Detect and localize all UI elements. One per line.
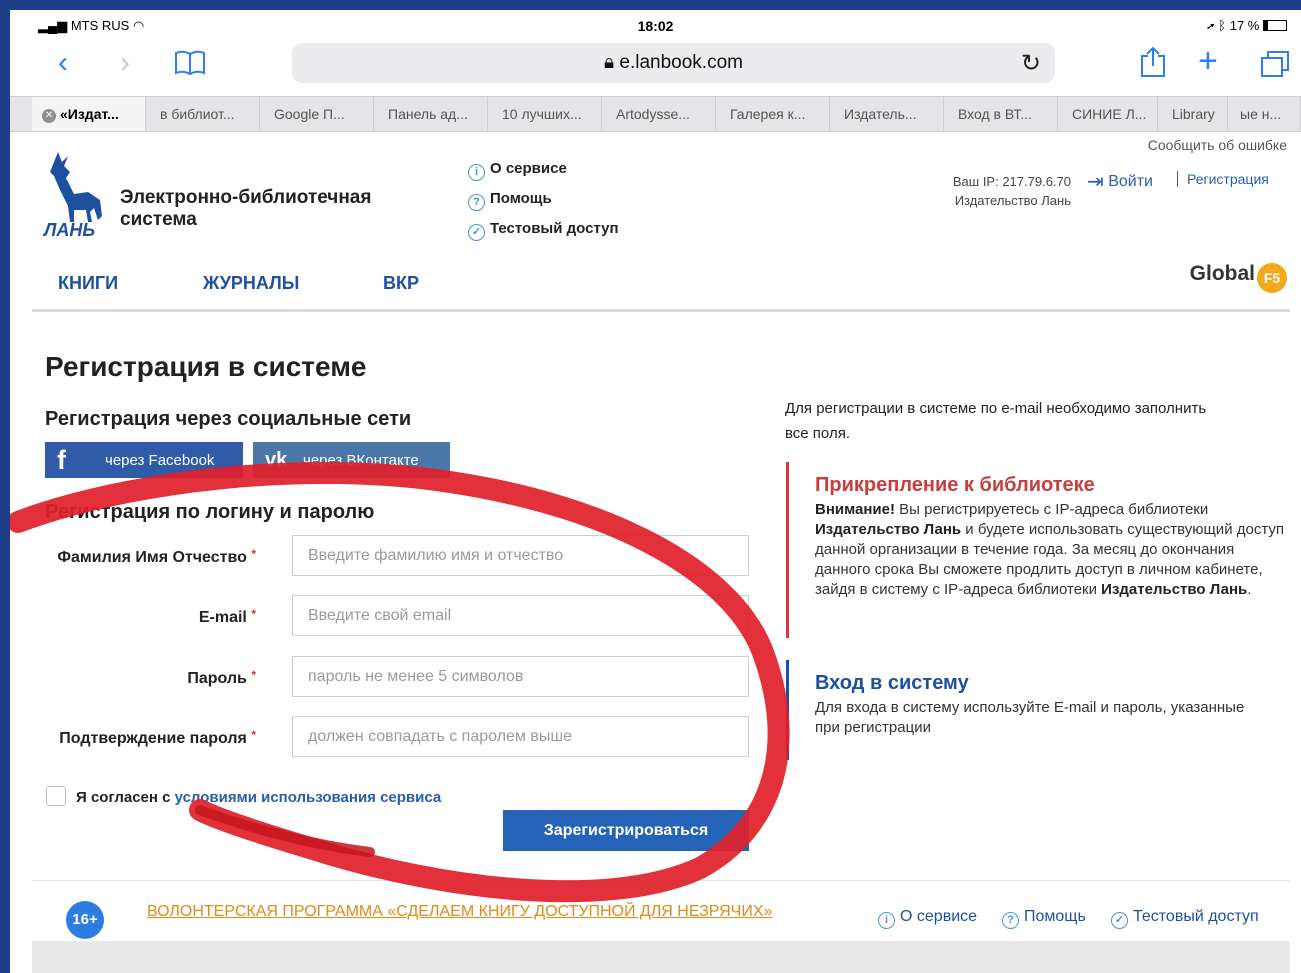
email-input[interactable] <box>292 595 749 636</box>
logo-text: ЛАНЬ <box>44 220 96 240</box>
bluetooth-icon: ᛒ <box>1218 18 1227 33</box>
footer-help-link[interactable]: ? Помощь <box>1002 908 1086 929</box>
report-error-link[interactable]: Сообщить об ошибке <box>1148 137 1287 153</box>
browser-tab[interactable]: в библиот... <box>146 97 260 131</box>
close-tab-icon[interactable]: ✕ <box>42 109 56 123</box>
battery-icon <box>1263 20 1287 31</box>
login-icon: ⇥ <box>1087 171 1104 193</box>
social-section-title: Регистрация через социальные сети <box>45 408 412 430</box>
share-icon[interactable] <box>1140 46 1166 83</box>
attach-title: Прикрепление к библиотеке <box>815 474 1095 496</box>
bookmarks-icon[interactable] <box>174 50 206 76</box>
browser-tab[interactable]: СИНИЕ Л... <box>1058 97 1158 131</box>
about-service-link[interactable]: iО сервисе <box>468 160 567 181</box>
fullname-label: Фамилия Имя Отчество * <box>57 547 256 566</box>
terms-link[interactable]: условиями использования сервиса <box>175 789 442 806</box>
new-tab-button[interactable]: + <box>1198 44 1218 78</box>
login-info-block: Вход в систему Для входа в систему испол… <box>786 660 1256 760</box>
tab-strip: ✕ «Издат... в библиот... Google П... Пане… <box>10 96 1301 132</box>
vk-icon: vk <box>265 449 288 471</box>
register-link[interactable]: Регистрация <box>1177 171 1269 187</box>
age-rating-badge: 16+ <box>66 901 104 939</box>
info-icon: i <box>878 912 895 929</box>
browser-tab[interactable]: Галерея к... <box>716 97 830 131</box>
email-note: Для регистрации в системе по e-mail необ… <box>785 400 1207 442</box>
header-divider <box>32 309 1290 312</box>
footer-trial-link[interactable]: ✓ Тестовый доступ <box>1111 908 1259 929</box>
agree-checkbox[interactable] <box>46 786 66 806</box>
agree-label: Я согласен с условиями использования сер… <box>76 789 442 806</box>
login-section-title: Регистрация по логину и паролю <box>45 501 375 523</box>
email-label: E-mail * <box>198 607 256 626</box>
reload-icon[interactable]: ↻ <box>1021 49 1041 78</box>
site-logo[interactable]: ЛАНЬ <box>44 150 106 240</box>
nav-journals[interactable]: ЖУРНАЛЫ <box>203 273 299 294</box>
browser-tab[interactable]: Издатель... <box>830 97 944 131</box>
fullname-input[interactable] <box>292 535 749 576</box>
nav-vkr[interactable]: ВКР <box>383 273 419 294</box>
page-title: Регистрация в системе <box>45 351 367 382</box>
nav-books[interactable]: КНИГИ <box>58 273 118 294</box>
global-f5-logo[interactable]: Global F5 <box>1190 262 1287 293</box>
browser-tab[interactable]: ые н... <box>1228 97 1301 131</box>
browser-tab[interactable]: Artodysse... <box>602 97 716 131</box>
browser-tab[interactable]: Google П... <box>260 97 374 131</box>
volunteer-program-link[interactable]: ВОЛОНТЕРСКАЯ ПРОГРАММА «СДЕЛАЕМ КНИГУ ДО… <box>147 903 772 921</box>
ip-info: Ваш IP: 217.79.6.70 Издательство Лань <box>953 172 1071 210</box>
location-icon: ➚ <box>1206 18 1215 33</box>
clock: 18:02 <box>637 18 674 34</box>
browser-tab[interactable]: ✕ «Издат... <box>32 97 146 131</box>
login-info-title: Вход в систему <box>815 672 969 694</box>
facebook-icon: f <box>57 445 66 475</box>
question-icon: ? <box>468 194 485 211</box>
ip-address: Ваш IP: 217.79.6.70 <box>952 174 1071 189</box>
password-label: Пароль * <box>187 668 256 687</box>
site-title: Электронно-библиотечная система <box>120 187 372 230</box>
check-icon: ✓ <box>468 224 485 241</box>
back-button[interactable]: ‹ <box>58 48 68 78</box>
library-attach-block: Прикрепление к библиотеке Внимание! Вы р… <box>786 462 1286 638</box>
screenshot-frame: ▂▄▆ MTS RUS ◠ 18:02 ➚ ᛒ 17 % ‹ › 🔒︎ e.la… <box>0 0 1301 973</box>
url-text: e.lanbook.com <box>619 52 743 73</box>
register-submit-button[interactable]: Зарегистрироваться <box>503 810 749 851</box>
browser-tab[interactable]: Вход в ВТ... <box>944 97 1058 131</box>
login-info-text: Для входа в систему используйте E-mail и… <box>815 699 1245 736</box>
browser-tab[interactable]: Панель ад... <box>374 97 488 131</box>
organization-name: Издательство Лань <box>954 193 1071 208</box>
confirm-password-input[interactable] <box>292 716 749 757</box>
battery-indicator: ➚ ᛒ 17 % <box>1207 18 1287 33</box>
f5-badge: F5 <box>1257 263 1287 293</box>
trial-access-link[interactable]: ✓ Тестовый доступ <box>468 220 619 241</box>
confirm-password-label: Подтверждение пароля * <box>59 728 256 747</box>
password-input[interactable] <box>292 656 749 697</box>
address-bar[interactable]: 🔒︎ e.lanbook.com ↻ <box>292 43 1055 83</box>
login-button[interactable]: ⇥ Войти <box>1087 169 1153 194</box>
facebook-register-button[interactable]: f через Facebook <box>45 442 243 478</box>
browser-tab[interactable]: 10 лучших... <box>488 97 602 131</box>
vk-register-button[interactable]: vk через ВКонтакте <box>253 442 450 478</box>
footer-divider <box>32 880 1290 881</box>
browser-tab[interactable]: Library <box>1158 97 1228 131</box>
page-bottom-area <box>32 941 1290 973</box>
info-icon: i <box>468 164 485 181</box>
status-bar: ▂▄▆ MTS RUS ◠ 18:02 ➚ ᛒ 17 % <box>10 10 1301 40</box>
question-icon: ? <box>1002 912 1019 929</box>
footer-about-link[interactable]: iО сервисе <box>878 908 977 929</box>
lock-icon: 🔒︎ <box>604 52 615 73</box>
forward-button[interactable]: › <box>120 48 130 78</box>
tabs-overview-icon[interactable] <box>1260 50 1290 83</box>
attach-text: Внимание! Вы регистрируетесь с IP-адреса… <box>815 501 1284 598</box>
check-icon: ✓ <box>1111 912 1128 929</box>
help-link[interactable]: ? Помощь <box>468 190 552 211</box>
